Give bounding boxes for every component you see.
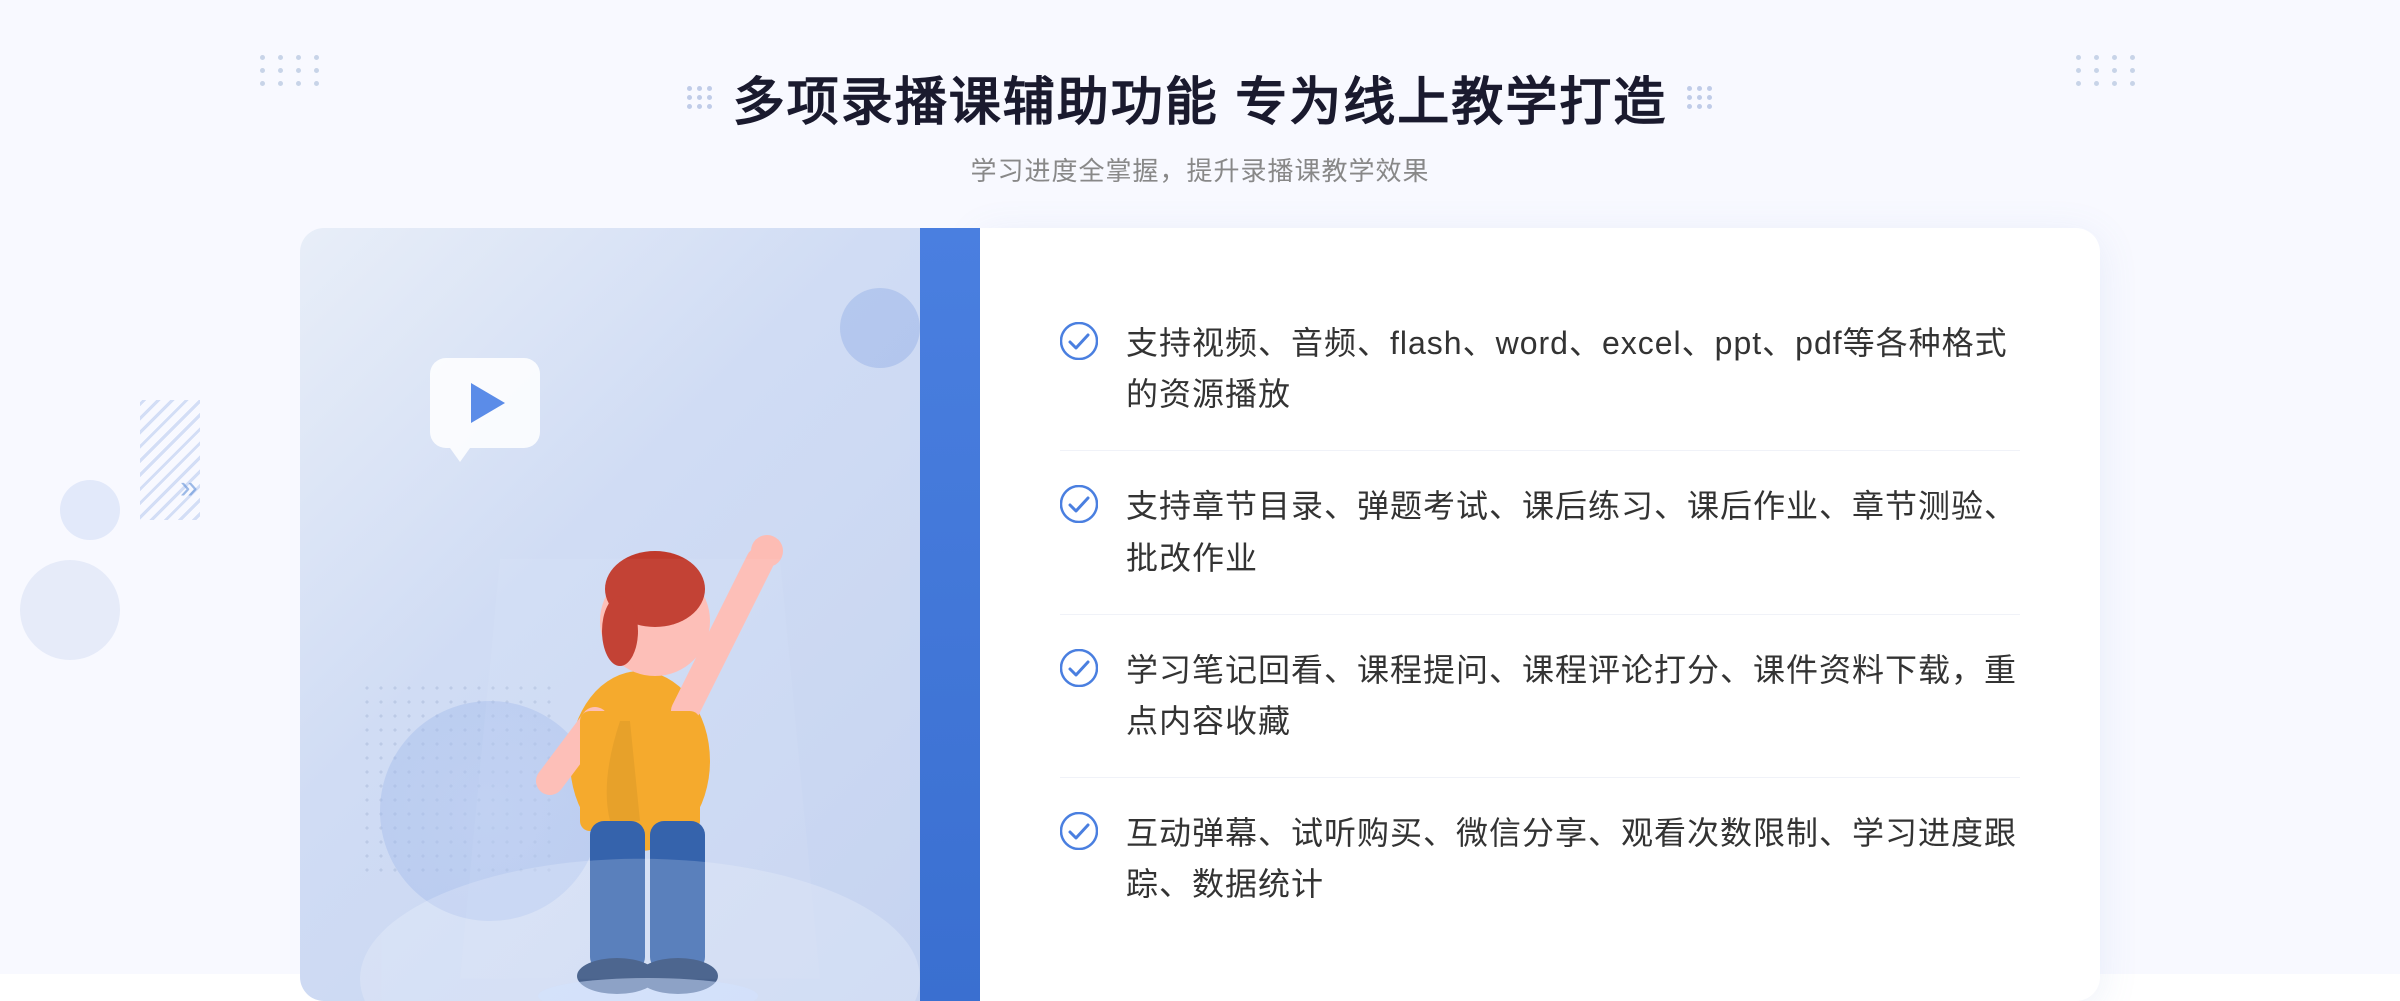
feature-item-4: 互动弹幕、试听购买、微信分享、观看次数限制、学习进度跟踪、数据统计 (1060, 778, 2020, 940)
title-right-dots (1687, 86, 1713, 109)
left-deco-circle-large (20, 560, 120, 660)
illustration-card (300, 228, 980, 1001)
feature-item-3: 学习笔记回看、课程提问、课程评论打分、课件资料下载，重点内容收藏 (1060, 615, 2020, 778)
title-row: 多项录播课辅助功能 专为线上教学打造 (687, 60, 1713, 135)
header-section: 多项录播课辅助功能 专为线上教学打造 学习进度全掌握，提升录播课教学效果 (687, 60, 1713, 188)
check-icon-4 (1060, 812, 1098, 850)
content-area: 支持视频、音频、flash、word、excel、ppt、pdf等各种格式的资源… (300, 228, 2100, 1001)
play-triangle-icon (471, 383, 505, 423)
feature-item-2: 支持章节目录、弹题考试、课后练习、课后作业、章节测验、批改作业 (1060, 451, 2020, 614)
top-left-dots (260, 55, 324, 86)
feature-text-2: 支持章节目录、弹题考试、课后练习、课后作业、章节测验、批改作业 (1126, 481, 2020, 583)
check-icon-3 (1060, 649, 1098, 687)
feature-item-1: 支持视频、音频、flash、word、excel、ppt、pdf等各种格式的资源… (1060, 288, 2020, 451)
features-panel: 支持视频、音频、flash、word、excel、ppt、pdf等各种格式的资源… (980, 228, 2100, 1001)
left-deco-circle-small (60, 480, 120, 540)
check-icon-2 (1060, 485, 1098, 523)
check-icon-1 (1060, 322, 1098, 360)
feature-text-4: 互动弹幕、试听购买、微信分享、观看次数限制、学习进度跟踪、数据统计 (1126, 808, 2020, 910)
page-wrapper: 多项录播课辅助功能 专为线上教学打造 学习进度全掌握，提升录播课教学效果 » (0, 0, 2400, 974)
left-arrows-deco: » (180, 469, 198, 506)
deco-circle-small (840, 288, 920, 368)
arrow-icon: » (180, 469, 198, 505)
light-cone (300, 537, 980, 1001)
feature-text-1: 支持视频、音频、flash、word、excel、ppt、pdf等各种格式的资源… (1126, 318, 2020, 420)
title-left-dots (687, 86, 713, 109)
page-title: 多项录播课辅助功能 专为线上教学打造 (733, 60, 1667, 135)
feature-text-3: 学习笔记回看、课程提问、课程评论打分、课件资料下载，重点内容收藏 (1126, 645, 2020, 747)
top-right-dots (2076, 55, 2140, 86)
page-subtitle: 学习进度全掌握，提升录播课教学效果 (687, 151, 1713, 188)
